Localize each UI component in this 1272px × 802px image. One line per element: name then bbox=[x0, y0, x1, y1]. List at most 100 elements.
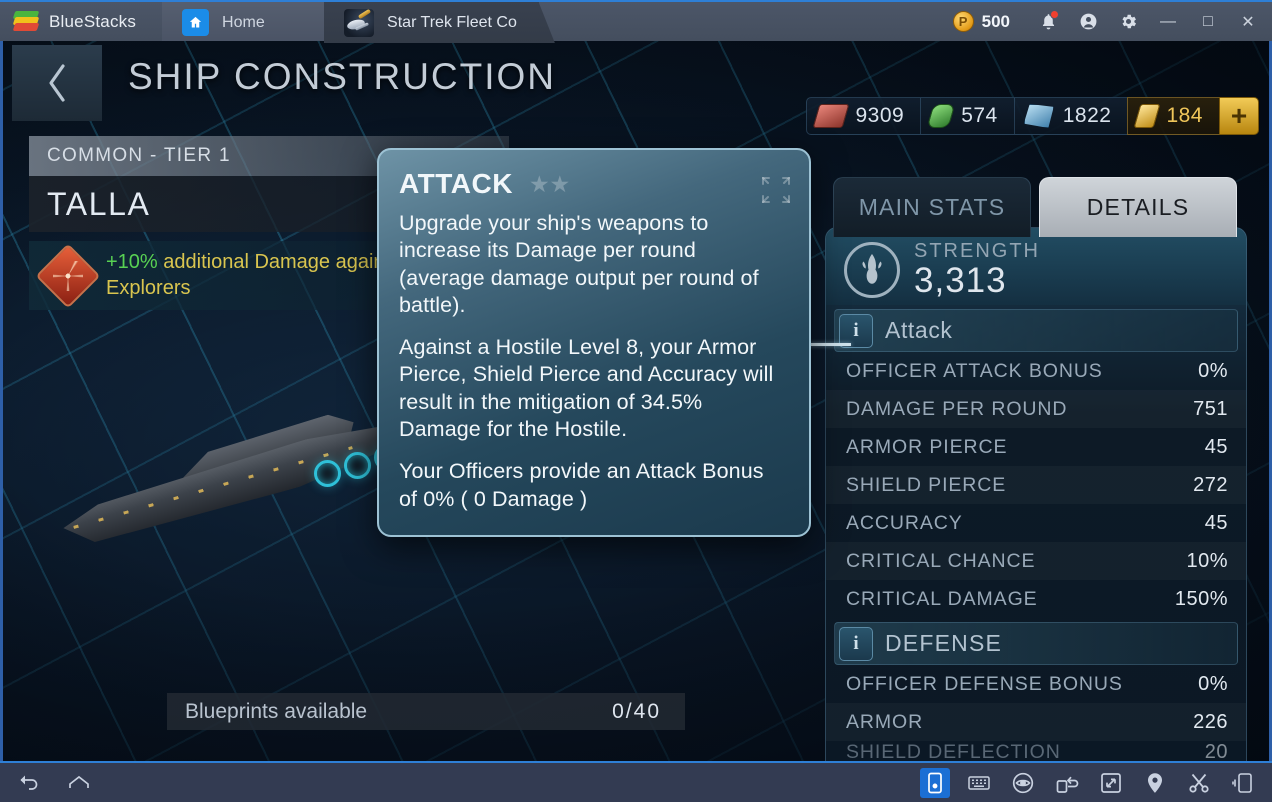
bluestacks-tools bbox=[920, 767, 1258, 798]
strength-value: 3,313 bbox=[914, 261, 1007, 300]
tooltip-paragraph-1: Upgrade your ship's weapons to increase … bbox=[399, 211, 759, 317]
stat-row: ARMOR 226 bbox=[826, 703, 1246, 741]
resource-dilithium[interactable]: 1822 bbox=[1013, 97, 1128, 135]
ship-bonus-text: +10% additional Damage against Explorers bbox=[106, 250, 406, 301]
bluestacks-window: BlueStacks Home Star Trek Fleet Co P 500 bbox=[0, 0, 1272, 802]
tab-details-label: DETAILS bbox=[1086, 194, 1190, 220]
stat-label: OFFICER ATTACK BONUS bbox=[846, 359, 1103, 382]
rotate-icon[interactable] bbox=[1052, 768, 1082, 798]
tritanium-value: 574 bbox=[961, 104, 998, 127]
info-icon[interactable]: i bbox=[839, 626, 873, 661]
tab-main-stats-label: MAIN STATS bbox=[858, 194, 1006, 220]
scissors-icon[interactable] bbox=[1184, 768, 1214, 798]
stat-row: SHIELD DEFLECTION 20 bbox=[826, 741, 1246, 761]
tab-home[interactable]: Home bbox=[162, 2, 343, 43]
blueprints-bar[interactable]: Blueprints available 0/40 bbox=[167, 693, 685, 730]
stat-value: 272 bbox=[1193, 473, 1228, 496]
fullscreen-icon[interactable] bbox=[1096, 768, 1126, 798]
details-stats-panel[interactable]: STRENGTH 3,313 i Attack OFFICER ATTACK B… bbox=[825, 227, 1247, 761]
minimize-button[interactable]: — bbox=[1148, 1, 1188, 42]
ship-bonus-percent: +10% bbox=[106, 251, 158, 273]
tab-main-stats[interactable]: MAIN STATS bbox=[833, 177, 1031, 237]
resource-bar: 9309 574 1822 184 + bbox=[806, 97, 1259, 135]
latinum-value: 184 bbox=[1166, 104, 1203, 127]
add-resources-button[interactable]: + bbox=[1219, 97, 1259, 135]
stat-value: 0% bbox=[1198, 672, 1228, 695]
stat-row: CRITICAL CHANCE 10% bbox=[826, 542, 1246, 580]
eye-icon[interactable] bbox=[1008, 768, 1038, 798]
stat-row: SHIELD PIERCE 272 bbox=[826, 466, 1246, 504]
tooltip-header: ATTACK ★★ bbox=[399, 168, 790, 203]
damage-bonus-icon bbox=[35, 243, 101, 309]
blueprints-label: Blueprints available bbox=[185, 699, 368, 723]
dilithium-value: 1822 bbox=[1062, 104, 1112, 127]
device-panel-icon[interactable] bbox=[920, 767, 950, 798]
titlebar-controls: P 500 — □ ✕ bbox=[952, 1, 1272, 42]
stat-row: ACCURACY 45 bbox=[826, 504, 1246, 542]
resource-parsteel[interactable]: 9309 bbox=[806, 97, 921, 135]
bluestacks-bottombar bbox=[0, 761, 1272, 802]
tab-star-trek-fleet-command[interactable]: Star Trek Fleet Co bbox=[324, 2, 539, 43]
tooltip-paragraph-3: Your Officers provide an Attack Bonus of… bbox=[399, 459, 764, 511]
strength-text: STRENGTH 3,313 bbox=[914, 241, 1040, 298]
stat-label: SHIELD PIERCE bbox=[846, 473, 1007, 496]
section-defense-title: DEFENSE bbox=[885, 630, 1003, 656]
bluestacks-points[interactable]: P 500 bbox=[952, 11, 1010, 32]
bell-icon[interactable] bbox=[1028, 1, 1068, 42]
expand-arrows-icon[interactable] bbox=[759, 174, 793, 206]
home-outline-icon[interactable] bbox=[64, 768, 94, 798]
section-header-defense[interactable]: i DEFENSE bbox=[834, 622, 1238, 665]
location-pin-icon[interactable] bbox=[1140, 768, 1170, 798]
tab-star-trek-label: Star Trek Fleet Co bbox=[387, 13, 517, 31]
home-icon bbox=[182, 9, 210, 36]
stat-row: DAMAGE PER ROUND 751 bbox=[826, 390, 1246, 428]
coin-count: 500 bbox=[981, 11, 1010, 31]
stat-value: 45 bbox=[1204, 511, 1228, 534]
stat-value: 0% bbox=[1198, 359, 1228, 382]
stat-label: SHIELD DEFLECTION bbox=[846, 741, 1061, 761]
shake-device-icon[interactable] bbox=[1228, 768, 1258, 798]
stat-label: DAMAGE PER ROUND bbox=[846, 397, 1068, 420]
parsteel-value: 9309 bbox=[855, 104, 905, 127]
gear-icon[interactable] bbox=[1108, 1, 1148, 42]
stat-label: OFFICER DEFENSE BONUS bbox=[846, 672, 1123, 695]
stat-label: CRITICAL CHANCE bbox=[846, 549, 1036, 572]
strength-badge-icon bbox=[844, 241, 900, 298]
tooltip-paragraph-2: Against a Hostile Level 8, your Armor Pi… bbox=[399, 335, 774, 442]
strength-label: STRENGTH bbox=[914, 240, 1040, 262]
resource-tritanium[interactable]: 574 bbox=[920, 97, 1014, 135]
back-chevron-icon[interactable] bbox=[12, 45, 102, 121]
page-title: SHIP CONSTRUCTION bbox=[128, 56, 557, 97]
maximize-button[interactable]: □ bbox=[1188, 1, 1228, 42]
notification-badge bbox=[1050, 10, 1059, 19]
section-header-attack[interactable]: i Attack bbox=[834, 309, 1238, 352]
stat-label: CRITICAL DAMAGE bbox=[846, 587, 1038, 610]
stats-tabs: MAIN STATS DETAILS bbox=[833, 177, 1237, 237]
coin-icon: P bbox=[952, 11, 974, 32]
account-icon[interactable] bbox=[1068, 1, 1108, 42]
stat-label: ACCURACY bbox=[846, 511, 963, 534]
tritanium-icon bbox=[926, 104, 956, 128]
resource-latinum[interactable]: 184 bbox=[1127, 97, 1219, 135]
game-viewport[interactable]: SHIP CONSTRUCTION 9309 574 1822 184 + CO… bbox=[0, 41, 1272, 761]
stat-row: ARMOR PIERCE 45 bbox=[826, 428, 1246, 466]
section-attack-title: Attack bbox=[885, 317, 953, 343]
tab-details[interactable]: DETAILS bbox=[1039, 177, 1237, 237]
close-button[interactable]: ✕ bbox=[1228, 1, 1268, 42]
strength-row: STRENGTH 3,313 bbox=[826, 228, 1246, 305]
stat-label: ARMOR bbox=[846, 710, 924, 733]
game-header: SHIP CONSTRUCTION 9309 574 1822 184 + bbox=[3, 41, 1269, 135]
stat-value: 45 bbox=[1204, 435, 1228, 458]
tooltip-connector-line bbox=[809, 343, 851, 346]
blueprints-value: 0/40 bbox=[612, 699, 661, 723]
attack-tooltip[interactable]: ATTACK ★★ Upgrade your ship's weapons to… bbox=[377, 148, 811, 537]
star-trek-icon bbox=[344, 8, 375, 37]
tab-home-label: Home bbox=[222, 13, 265, 31]
stat-value: 751 bbox=[1193, 397, 1228, 420]
keyboard-icon[interactable] bbox=[964, 768, 994, 798]
stat-row: CRITICAL DAMAGE 150% bbox=[826, 580, 1246, 618]
back-arrow-icon[interactable] bbox=[14, 768, 44, 798]
stat-value: 20 bbox=[1204, 741, 1228, 761]
rarity-stars-icon: ★★ bbox=[528, 170, 571, 197]
latinum-icon bbox=[1134, 104, 1161, 128]
